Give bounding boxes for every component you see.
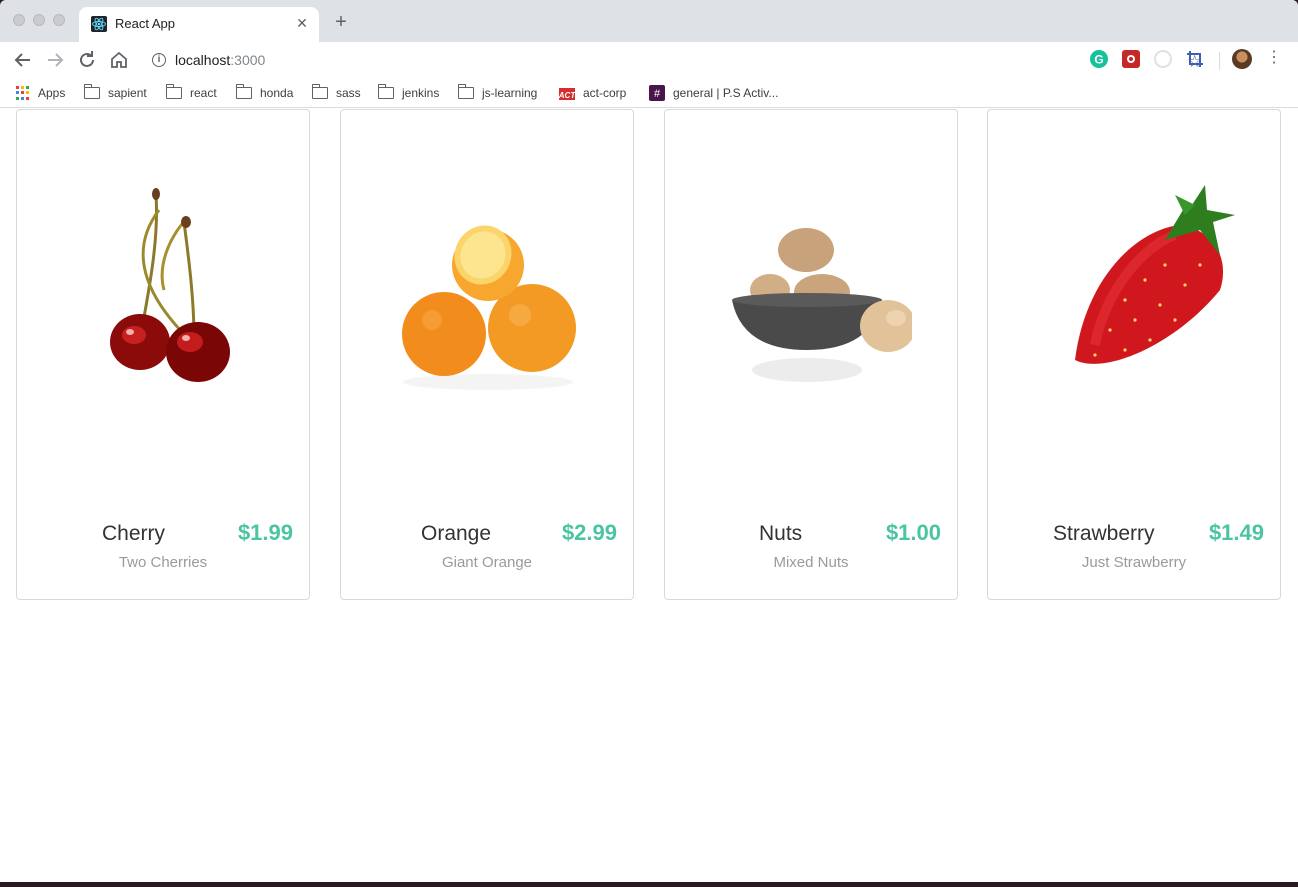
svg-text:G: G [1094, 53, 1103, 67]
tab-close-icon[interactable]: ✕ [293, 14, 311, 32]
address-bar[interactable]: i localhost:3000 ☆ [140, 45, 1210, 75]
bookmark-apps[interactable]: Apps [16, 83, 65, 103]
bookmark-label: honda [260, 86, 294, 100]
product-card-strawberry[interactable]: Strawberry $1.49 Just Strawberry [987, 109, 1281, 600]
product-price: $1.00 [885, 520, 941, 545]
forward-icon[interactable] [43, 48, 67, 72]
product-description: Two Cherries [118, 554, 208, 571]
home-icon[interactable] [107, 48, 131, 72]
minimize-window-button[interactable] [33, 14, 45, 26]
back-icon[interactable] [11, 48, 35, 72]
reload-icon[interactable] [75, 48, 99, 72]
profile-avatar[interactable] [1232, 49, 1252, 69]
react-logo-icon [91, 16, 107, 32]
browser-window: React App ✕ + i localhost:3000 ☆ G ⋮ App… [0, 0, 1298, 882]
bookmark-jenkins[interactable]: jenkins [378, 83, 439, 103]
bookmark-label: react [190, 86, 217, 100]
product-name: Orange [421, 522, 492, 545]
folder-icon [236, 84, 252, 99]
crop-extension-icon[interactable] [1186, 50, 1204, 68]
browser-toolbar: i localhost:3000 ☆ G ⋮ [0, 42, 1298, 78]
bookmark-label: js-learning [482, 86, 538, 100]
bookmark-sapient[interactable]: sapient [84, 83, 147, 103]
toolbar-divider [1219, 52, 1220, 70]
product-card-orange[interactable]: Orange $2.99 Giant Orange [340, 109, 634, 600]
apps-icon [16, 86, 30, 100]
product-name: Nuts [759, 522, 803, 545]
bookmark-general[interactable]: # general | P.S Activ... [649, 83, 778, 103]
product-description: Giant Orange [441, 554, 533, 571]
url-port: :3000 [230, 52, 266, 68]
product-price: $2.99 [561, 520, 617, 545]
product-description: Mixed Nuts [773, 554, 849, 571]
close-window-button[interactable] [13, 14, 25, 26]
bookmark-label: general | P.S Activ... [673, 86, 779, 100]
product-price: $1.49 [1208, 520, 1264, 545]
bookmark-label: act-corp [583, 86, 627, 100]
bookmark-label: sapient [108, 86, 147, 100]
orange-image [388, 170, 588, 410]
product-description: Just Strawberry [1081, 554, 1187, 571]
svg-text:#: # [654, 88, 661, 100]
bookmark-honda[interactable]: honda [236, 83, 293, 103]
bookmark-js-learning[interactable]: js-learning [458, 83, 537, 103]
tab-strip: React App ✕ + [0, 0, 1298, 42]
folder-icon [166, 84, 182, 99]
svg-text:ACT: ACT [559, 91, 575, 100]
cherry-image [64, 170, 264, 410]
bookmark-label: sass [336, 86, 361, 100]
tab-title: React App [115, 16, 175, 31]
info-icon[interactable]: i [152, 53, 166, 67]
bookmark-sass[interactable]: sass [312, 83, 361, 103]
menu-dots-icon[interactable]: ⋮ [1266, 48, 1282, 68]
folder-icon [378, 84, 394, 99]
product-name: Cherry [102, 522, 166, 545]
url-host: localhost [175, 52, 231, 68]
bookmark-label: jenkins [402, 86, 440, 100]
product-name: Strawberry [1053, 522, 1155, 545]
page-content: Cherry $1.99 Two Cherries Orange $2.99 G… [0, 109, 1298, 882]
bookmark-act-corp[interactable]: ACT act-corp [558, 83, 627, 103]
grammarly-extension-icon[interactable]: G [1090, 50, 1108, 68]
product-card-nuts[interactable]: Nuts $1.00 Mixed Nuts [664, 109, 958, 600]
strawberry-image [1035, 170, 1235, 410]
url-text[interactable]: localhost:3000 [175, 52, 265, 68]
slack-hash-icon: # [649, 85, 665, 101]
folder-icon [312, 84, 328, 99]
new-tab-icon[interactable]: + [330, 11, 352, 33]
red-extension-icon[interactable] [1122, 50, 1140, 68]
zoom-window-button[interactable] [53, 14, 65, 26]
nuts-image [712, 170, 916, 410]
product-price: $1.99 [237, 520, 293, 545]
act-logo-icon: ACT [558, 87, 576, 100]
product-card-cherry[interactable]: Cherry $1.99 Two Cherries [16, 109, 310, 600]
folder-icon [458, 84, 474, 99]
bookmark-react[interactable]: react [166, 83, 217, 103]
target-extension-icon[interactable] [1154, 50, 1172, 68]
bookmark-label: Apps [38, 86, 66, 100]
tab-react-app[interactable]: React App ✕ [79, 7, 319, 42]
bookmarks-bar: Apps sapient react honda sass jenkins js… [0, 78, 1298, 108]
folder-icon [84, 84, 100, 99]
